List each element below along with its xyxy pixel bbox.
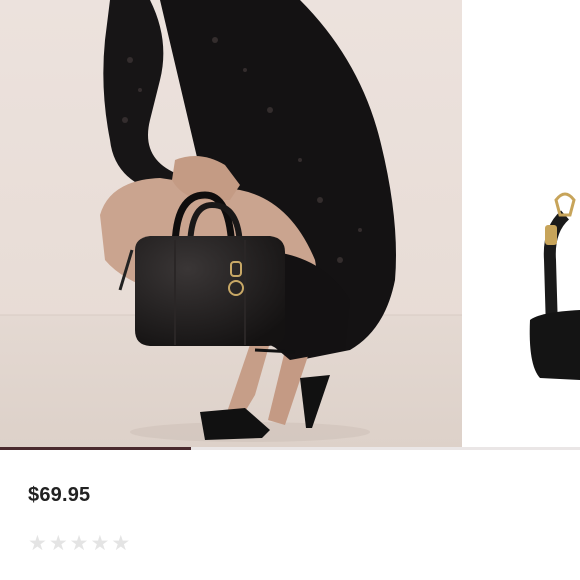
handbag-strap-photo xyxy=(470,0,580,447)
star-icon: ★ xyxy=(48,532,68,555)
star-icon: ★ xyxy=(28,532,47,555)
star-icon: ★ xyxy=(69,532,89,555)
star-icon: ★ xyxy=(111,532,131,555)
gallery-image-next[interactable] xyxy=(470,0,580,447)
star-icon: ★ xyxy=(90,532,110,555)
gallery-progress-indicator xyxy=(0,447,192,450)
gallery-progress-track xyxy=(0,447,580,450)
product-price: $69.95 xyxy=(28,484,91,506)
product-image-gallery[interactable] xyxy=(0,0,580,447)
model-handbag-photo xyxy=(0,0,462,447)
gallery-image-main[interactable] xyxy=(0,0,462,447)
product-rating-stars: ★ ★ ★ ★ ★ xyxy=(28,533,130,555)
